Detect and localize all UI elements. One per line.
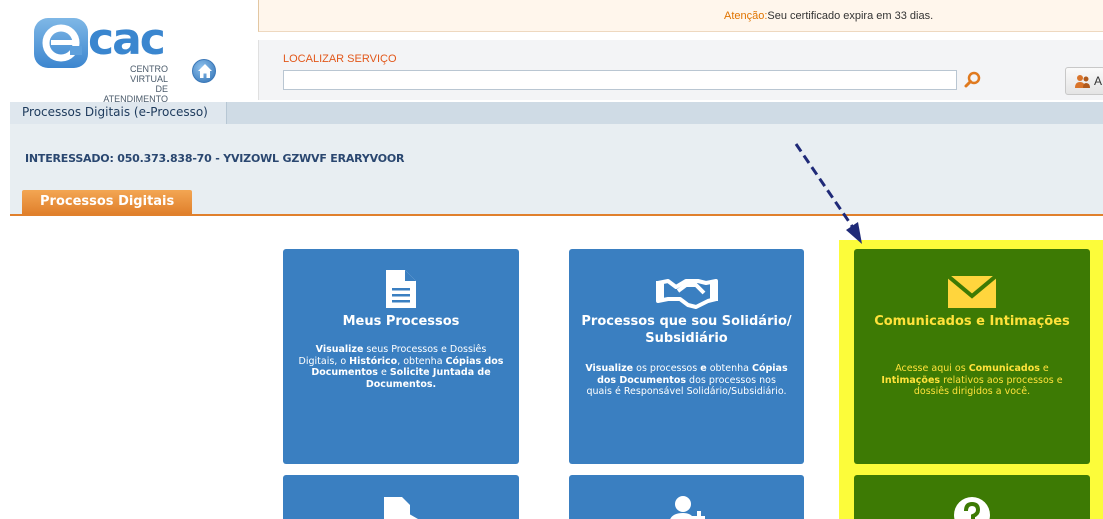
home-button[interactable] (192, 59, 216, 83)
card-row2-right[interactable] (854, 475, 1090, 519)
person-add-icon (669, 496, 705, 519)
card-description-segment: obtenha (706, 363, 752, 374)
card-description-segment: , obtenha (397, 355, 446, 367)
document-export-icon (384, 497, 418, 519)
card-description: Visualize seus Processos e Dossiês Digit… (297, 344, 505, 390)
search-input[interactable] (283, 70, 957, 90)
page: cac CENTRO VIRTUAL DE ATENDIMENTO Atençã… (0, 0, 1103, 519)
tab-processos-digitais[interactable]: Processos Digitais (22, 190, 193, 214)
logo-subtitle-line2: DE ATENDIMENTO (103, 84, 168, 104)
annotation-arrow (794, 143, 862, 244)
interessado-info: INTERESSADO: 050.373.838-70 - YVIZOWL GZ… (25, 152, 405, 165)
highlight-box-lower-right (1090, 480, 1103, 519)
people-icon (1075, 75, 1090, 88)
logo-brand-text: cac (88, 14, 166, 65)
card-title: Comunicados e Intimações (874, 314, 1070, 329)
search-label: LOCALIZAR SERVIÇO (283, 53, 397, 65)
alert-message: Seu certificado expira em 33 dias. (767, 10, 934, 22)
card-description-segment: Visualize (585, 363, 634, 374)
card-description-segment: e (377, 367, 390, 378)
logo-e-mark (34, 18, 88, 68)
home-icon (198, 64, 212, 78)
search-button[interactable] (963, 70, 983, 90)
logo-subtitle-line1: CENTRO VIRTUAL (130, 64, 168, 84)
people-button[interactable]: A (1065, 67, 1103, 95)
card-description-segment: Acesse aqui os (895, 363, 969, 374)
section-title: Processos Digitais (e-Processo) (10, 102, 227, 124)
alert-text: Atenção:Seu certificado expira em 33 dia… (724, 10, 933, 22)
card-description-segment: e (1039, 363, 1049, 374)
card-description: Visualize os processos e obtenha Cópias … (583, 363, 790, 398)
document-icon (386, 270, 416, 308)
alert-label: Atenção: (724, 10, 768, 22)
card-row2-left[interactable] (283, 475, 519, 519)
search-area: LOCALIZAR SERVIÇO A (258, 40, 1103, 100)
highlight-box-lower-left (839, 480, 854, 519)
card-description-segment: Visualize (315, 344, 364, 355)
alert-bar: Atenção:Seu certificado expira em 33 dia… (258, 0, 1103, 32)
card-description-segment: Comunicados (968, 363, 1040, 374)
card-row2-middle[interactable] (569, 475, 804, 519)
card-comunicados-intimacoes[interactable]: Comunicados e Intimações Acesse aqui os … (854, 249, 1090, 464)
search-icon (964, 71, 981, 88)
card-description: Acesse aqui os Comunicados e Intimações … (868, 363, 1076, 398)
section-bar: Processos Digitais (e-Processo) (10, 102, 1103, 124)
people-button-label: A (1094, 74, 1103, 88)
card-description-segment: Histórico (349, 355, 398, 367)
card-title: Processos que sou Solidário/ Subsidiário (581, 314, 792, 346)
logo-subtitle: CENTRO VIRTUAL DE ATENDIMENTO (90, 64, 168, 104)
card-title: Meus Processos (342, 314, 460, 329)
card-processos-solidario[interactable]: Processos que sou Solidário/ Subsidiário… (569, 249, 804, 464)
question-icon (954, 497, 990, 519)
ecac-logo[interactable]: cac CENTRO VIRTUAL DE ATENDIMENTO (10, 12, 250, 104)
card-description-segment: os processos (633, 363, 701, 374)
card-description-segment: Intimações (881, 374, 941, 386)
card-meus-processos[interactable]: Meus Processos Visualize seus Processos … (283, 249, 519, 464)
envelope-icon (948, 276, 996, 308)
handshake-icon (655, 279, 718, 309)
